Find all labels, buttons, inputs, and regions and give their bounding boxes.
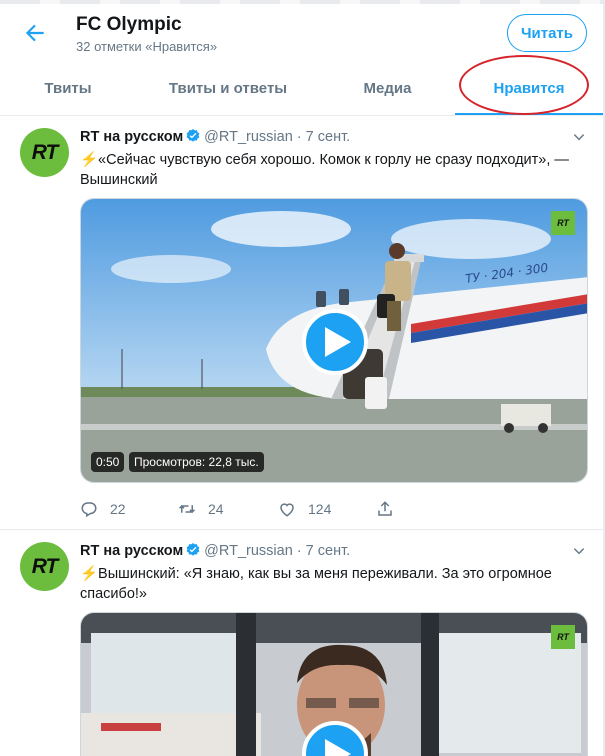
chevron-down-icon[interactable] [572, 544, 586, 558]
separator-dot: · [292, 129, 306, 145]
play-button-icon[interactable] [302, 309, 368, 375]
tweet[interactable]: RT RT на русском @RT_russian · 7 сент. ⚡«… [0, 116, 603, 530]
reply-icon [81, 502, 97, 518]
follow-button[interactable]: Читать [507, 14, 587, 52]
retweet-count: 24 [208, 501, 224, 517]
likes-count: 32 отметки «Нравится» [76, 39, 218, 54]
rt-watermark-logo: RT [551, 211, 575, 235]
red-annotation-circle [459, 55, 589, 115]
tab-tweets-and-replies[interactable]: Твиты и ответы [136, 60, 320, 116]
author-handle[interactable]: @RT_russian [204, 543, 293, 559]
chevron-down-icon[interactable] [572, 130, 586, 144]
author-name[interactable]: RT на русском [80, 543, 183, 559]
reply-count: 22 [110, 501, 126, 517]
like-count: 124 [308, 501, 332, 517]
share-button[interactable] [376, 500, 406, 518]
tweet-actions: 22 24 124 [80, 500, 500, 520]
tweet-text: ⚡Вышинский: «Я знаю, как вы за меня пере… [80, 566, 552, 602]
video-player[interactable]: ТУ · 204 · 300 RT 0:50 Просмотров: 22,8 … [80, 198, 588, 483]
avatar-logo-text: RT [31, 554, 59, 578]
verified-badge-icon [186, 129, 200, 142]
tweet-header: RT на русском @RT_russian · 7 сент. [80, 542, 350, 559]
verified-badge-icon [186, 543, 200, 556]
author-handle[interactable]: @RT_russian [204, 129, 293, 145]
avatar[interactable]: RT [20, 128, 69, 177]
tweet-header: RT на русском @RT_russian · 7 сент. [80, 128, 350, 145]
tab-media[interactable]: Медиа [320, 60, 455, 116]
separator-dot: · [292, 543, 306, 559]
video-duration: 0:50 [91, 452, 125, 472]
back-arrow-icon[interactable] [22, 20, 48, 46]
profile-title: FC Olympic [76, 14, 182, 35]
tweet-text: ⚡«Сейчас чувствую себя хорошо. Комок к г… [80, 152, 569, 188]
rt-watermark-logo: RT [551, 625, 575, 649]
tweet-date[interactable]: 7 сент. [306, 543, 350, 559]
video-views: Просмотров: 22,8 тыс. [129, 452, 264, 472]
author-name[interactable]: RT на русском [80, 129, 183, 145]
tweet[interactable]: RT RT на русском @RT_russian · 7 сент. ⚡В… [0, 530, 603, 756]
share-icon [378, 501, 392, 516]
avatar-logo-text: RT [31, 140, 59, 164]
like-button[interactable]: 124 [278, 500, 331, 518]
heart-icon [280, 503, 294, 517]
retweet-icon [178, 504, 196, 514]
video-player[interactable]: RT [80, 612, 588, 756]
avatar[interactable]: RT [20, 542, 69, 591]
reply-button[interactable]: 22 [80, 500, 126, 518]
tweet-date[interactable]: 7 сент. [306, 129, 350, 145]
profile-header: FC Olympic 32 отметки «Нравится» Читать [0, 4, 603, 60]
tab-tweets[interactable]: Твиты [0, 60, 136, 116]
retweet-button[interactable]: 24 [178, 500, 224, 518]
